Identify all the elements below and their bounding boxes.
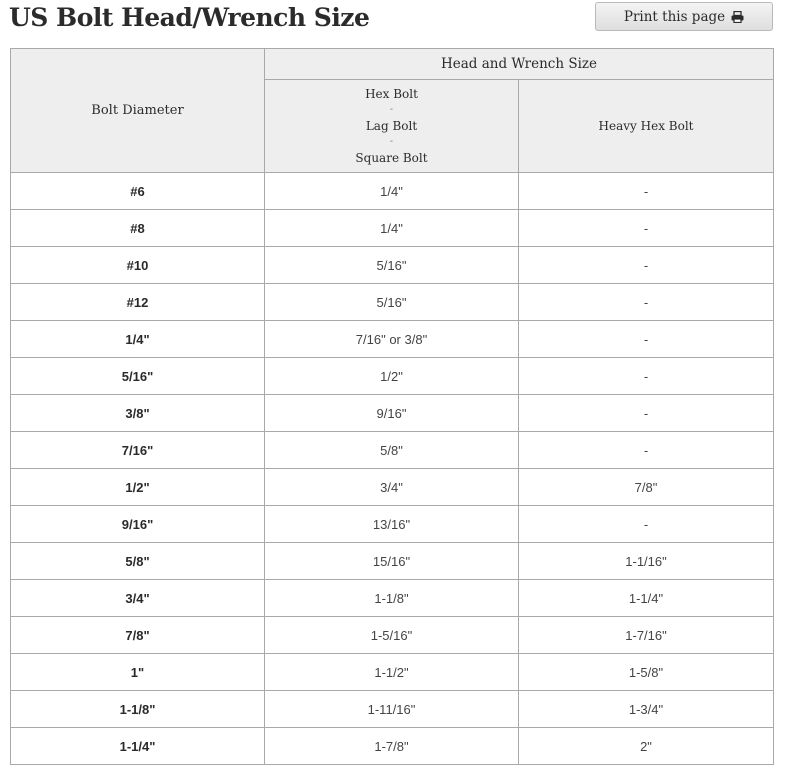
cell-hex-bolt-size: 1/4"	[264, 172, 519, 210]
table-row: 9/16" 13/16" -	[10, 505, 775, 543]
cell-heavy-hex-size: -	[517, 246, 775, 284]
printer-icon	[731, 10, 744, 23]
table-row: 7/16" 5/8" -	[10, 431, 775, 469]
header-heavy-hex-bolt: Heavy Hex Bolt	[517, 79, 775, 173]
table-row: 7/8" 1-5/16" 1-7/16"	[10, 616, 775, 654]
page-title: US Bolt Head/Wrench Size	[9, 3, 370, 32]
header-separator: -	[389, 104, 394, 115]
table-row: #6 1/4" -	[10, 172, 775, 210]
cell-hex-bolt-size: 7/16" or 3/8"	[264, 320, 519, 358]
cell-heavy-hex-size: -	[517, 394, 775, 432]
cell-hex-bolt-size: 1-11/16"	[264, 690, 519, 728]
cell-hex-bolt-size: 9/16"	[264, 394, 519, 432]
table-row: #10 5/16" -	[10, 246, 775, 284]
header-head-wrench-size: Head and Wrench Size	[263, 48, 775, 80]
table-row: #8 1/4" -	[10, 209, 775, 247]
cell-bolt-diameter: #10	[10, 246, 265, 284]
table-row: 1" 1-1/2" 1-5/8"	[10, 653, 775, 691]
cell-hex-bolt-size: 15/16"	[264, 542, 519, 580]
cell-heavy-hex-size: 1-1/16"	[517, 542, 775, 580]
cell-heavy-hex-size: -	[517, 209, 775, 247]
table-row: 5/16" 1/2" -	[10, 357, 775, 395]
cell-heavy-hex-size: 7/8"	[517, 468, 775, 506]
table-row: #12 5/16" -	[10, 283, 775, 321]
header-hex-bolt: Hex Bolt	[365, 87, 418, 101]
cell-hex-bolt-size: 1/4"	[264, 209, 519, 247]
table-row: 1-1/4" 1-7/8" 2"	[10, 727, 775, 765]
cell-bolt-diameter: #8	[10, 209, 265, 247]
cell-bolt-diameter: 3/8"	[10, 394, 265, 432]
cell-bolt-diameter: 1"	[10, 653, 265, 691]
header-bolt-diameter: Bolt Diameter	[10, 48, 265, 173]
header-hex-lag-square-bolt: Hex Bolt - Lag Bolt - Square Bolt	[264, 79, 519, 173]
cell-bolt-diameter: 1-1/8"	[10, 690, 265, 728]
cell-heavy-hex-size: -	[517, 172, 775, 210]
cell-heavy-hex-size: -	[517, 320, 775, 358]
cell-heavy-hex-size: 1-5/8"	[517, 653, 775, 691]
cell-hex-bolt-size: 5/16"	[264, 283, 519, 321]
cell-hex-bolt-size: 1-1/2"	[264, 653, 519, 691]
cell-bolt-diameter: 1/2"	[10, 468, 265, 506]
cell-bolt-diameter: 1-1/4"	[10, 727, 265, 765]
cell-heavy-hex-size: -	[517, 283, 775, 321]
cell-hex-bolt-size: 13/16"	[264, 505, 519, 543]
cell-hex-bolt-size: 1-7/8"	[264, 727, 519, 765]
cell-hex-bolt-size: 3/4"	[264, 468, 519, 506]
print-page-button[interactable]: Print this page	[595, 2, 773, 31]
header-square-bolt: Square Bolt	[355, 151, 428, 165]
header-separator: -	[389, 136, 394, 147]
cell-heavy-hex-size: -	[517, 431, 775, 469]
table-row: 3/4" 1-1/8" 1-1/4"	[10, 579, 775, 617]
table-row: 1-1/8" 1-11/16" 1-3/4"	[10, 690, 775, 728]
cell-bolt-diameter: 5/16"	[10, 357, 265, 395]
cell-heavy-hex-size: 2"	[517, 727, 775, 765]
cell-hex-bolt-size: 5/16"	[264, 246, 519, 284]
cell-bolt-diameter: 9/16"	[10, 505, 265, 543]
cell-bolt-diameter: #12	[10, 283, 265, 321]
table-row: 5/8" 15/16" 1-1/16"	[10, 542, 775, 580]
cell-heavy-hex-size: 1-1/4"	[517, 579, 775, 617]
cell-hex-bolt-size: 1-1/8"	[264, 579, 519, 617]
bolt-wrench-size-table: Bolt Diameter Head and Wrench Size Hex B…	[10, 48, 775, 765]
cell-bolt-diameter: 7/16"	[10, 431, 265, 469]
cell-bolt-diameter: 5/8"	[10, 542, 265, 580]
cell-heavy-hex-size: -	[517, 505, 775, 543]
header-lag-bolt: Lag Bolt	[365, 119, 418, 133]
cell-bolt-diameter: 1/4"	[10, 320, 265, 358]
table-row: 1/4" 7/16" or 3/8" -	[10, 320, 775, 358]
table-row: 1/2" 3/4" 7/8"	[10, 468, 775, 506]
cell-heavy-hex-size: -	[517, 357, 775, 395]
cell-hex-bolt-size: 1/2"	[264, 357, 519, 395]
cell-heavy-hex-size: 1-3/4"	[517, 690, 775, 728]
cell-heavy-hex-size: 1-7/16"	[517, 616, 775, 654]
cell-hex-bolt-size: 1-5/16"	[264, 616, 519, 654]
cell-bolt-diameter: 3/4"	[10, 579, 265, 617]
cell-bolt-diameter: 7/8"	[10, 616, 265, 654]
cell-hex-bolt-size: 5/8"	[264, 431, 519, 469]
print-button-label: Print this page	[623, 8, 726, 25]
cell-bolt-diameter: #6	[10, 172, 265, 210]
table-row: 3/8" 9/16" -	[10, 394, 775, 432]
